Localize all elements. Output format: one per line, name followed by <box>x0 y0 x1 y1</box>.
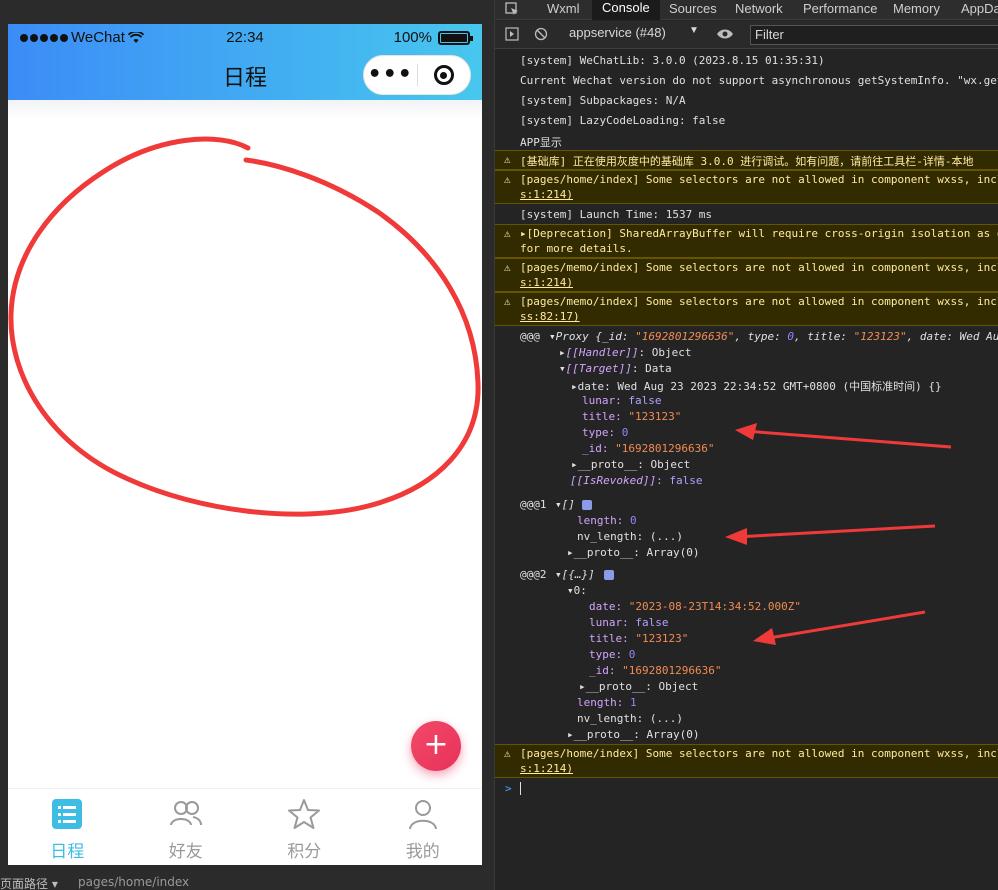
console-warning: ⚠ [pages/memo/index] Some selectors are … <box>495 292 998 326</box>
source-link[interactable]: ss:82:17) <box>520 310 580 323</box>
console-line: Current Wechat version do not support as… <box>520 74 998 87</box>
array-summary[interactable]: ▾[{…}] <box>555 568 595 581</box>
tree-prop: type: 0 <box>589 648 636 661</box>
tree-prop: title: "123123" <box>589 632 689 645</box>
array-summary[interactable]: ▾[] <box>555 498 575 511</box>
console-prompt[interactable]: > <box>495 780 998 798</box>
console-line: [system] LazyCodeLoading: false <box>520 114 726 127</box>
source-link[interactable]: s:1:214) <box>520 762 573 775</box>
source-link[interactable]: s:1:214) <box>520 188 573 201</box>
devtools-tab-bar: Wxml Console Sources Network Performance… <box>495 0 998 20</box>
tab-label: 我的 <box>405 842 440 862</box>
prompt-chevron-icon: > <box>505 782 512 795</box>
log-label: @@@1 <box>520 498 547 511</box>
tree-prop[interactable]: nv_length: (...) <box>577 530 683 543</box>
devtools-panel: Wxml Console Sources Network Performance… <box>494 0 998 890</box>
add-schedule-button[interactable]: + <box>411 721 461 771</box>
tree-prop: date: "2023-08-23T14:34:52.000Z" <box>589 600 801 613</box>
tree-prop: _id: "1692801296636" <box>582 442 715 455</box>
page-path-label[interactable]: 页面路径 ▾ <box>0 875 58 890</box>
warning-icon: ⚠ <box>504 295 511 308</box>
console-warning: ⚠ [基础库] 正在使用灰度中的基础库 3.0.0 进行调试。如有问题，请前往工… <box>495 150 998 170</box>
proxy-summary[interactable]: ▾Proxy {_id: "1692801296636", type: 0, t… <box>549 330 998 343</box>
app-root: WeChat 22:34 100% 日程 ••• + 日程 好友 积分 我的 页… <box>0 0 998 890</box>
console-warning: ⚠ ▸[Deprecation] SharedArrayBuffer will … <box>495 224 998 258</box>
tree-prop: [[IsRevoked]]: false <box>570 474 703 487</box>
console-warning: ⚠ [pages/memo/index] Some selectors are … <box>495 258 998 292</box>
tab-wxml[interactable]: Wxml <box>547 1 580 21</box>
warning-icon: ⚠ <box>504 261 511 274</box>
console-toolbar: appservice (#48) ▼ Filter <box>495 21 998 49</box>
tab-friends[interactable]: 好友 <box>127 789 246 865</box>
log-label: @@@ <box>520 330 540 343</box>
warning-icon: ⚠ <box>504 227 511 240</box>
tree-prop: length: 1 <box>577 696 637 709</box>
tree-node[interactable]: ▸__proto__: Object <box>571 458 690 471</box>
console-line: [system] Launch Time: 1537 ms <box>520 208 713 221</box>
tab-network[interactable]: Network <box>735 1 783 21</box>
warning-icon: ⚠ <box>504 173 511 186</box>
tree-node[interactable]: ▸date: Wed Aug 23 2023 22:34:52 GMT+0800… <box>571 378 942 394</box>
warning-icon: ⚠ <box>504 747 511 760</box>
tree-prop: lunar: false <box>589 616 669 629</box>
sidebar-toggle-icon[interactable] <box>505 27 519 41</box>
tab-schedule[interactable]: 日程 <box>8 789 127 865</box>
page-path-value: pages/home/index <box>78 875 190 889</box>
info-badge-icon <box>604 570 614 580</box>
inspect-element-icon[interactable] <box>505 2 519 16</box>
tree-prop: title: "123123" <box>582 410 682 423</box>
tree-node[interactable]: ▸[[Handler]]: Object <box>559 346 691 359</box>
tab-sources[interactable]: Sources <box>669 1 717 21</box>
tab-appdata[interactable]: AppData <box>961 1 998 21</box>
console-line: [system] WeChatLib: 3.0.0 (2023.8.15 01:… <box>520 54 825 67</box>
tab-label: 好友 <box>168 842 203 862</box>
console-log-proxy: @@@ ▾Proxy {_id: "1692801296636", type: … <box>495 328 998 488</box>
tab-memory[interactable]: Memory <box>893 1 940 21</box>
tree-prop: _id: "1692801296636" <box>589 664 722 677</box>
console-warning: ⚠ [pages/home/index] Some selectors are … <box>495 170 998 204</box>
warning-icon: ⚠ <box>504 153 511 166</box>
tab-label: 日程 <box>50 842 85 862</box>
schedule-list-icon <box>52 799 83 829</box>
tab-performance[interactable]: Performance <box>803 1 877 21</box>
console-line: APP显示 <box>520 136 562 149</box>
profile-icon <box>408 800 437 830</box>
console-output: [system] WeChatLib: 3.0.0 (2023.8.15 01:… <box>495 50 998 890</box>
context-dropdown-arrow-icon[interactable]: ▼ <box>689 25 699 36</box>
text-cursor <box>520 782 521 795</box>
log-label: @@@2 <box>520 568 547 581</box>
tab-points[interactable]: 积分 <box>245 789 364 865</box>
console-line: [system] Subpackages: N/A <box>520 94 686 107</box>
tree-node[interactable]: ▸__proto__: Object <box>579 680 698 693</box>
star-icon <box>288 799 321 829</box>
phone-screen: WeChat 22:34 100% 日程 ••• + 日程 好友 积分 我的 <box>8 24 482 865</box>
context-selector[interactable]: appservice (#48) <box>569 25 666 40</box>
tab-bar: 日程 好友 积分 我的 <box>8 788 482 865</box>
friends-icon <box>169 801 202 826</box>
tab-console[interactable]: Console <box>592 0 660 20</box>
tree-prop: lunar: false <box>582 394 662 407</box>
tree-node[interactable]: ▸__proto__: Array(0) <box>567 728 699 741</box>
console-warning: ⚠ [pages/home/index] Some selectors are … <box>495 744 998 778</box>
console-log-array: @@@2 ▾[{…}] ▾0: date: "2023-08-23T14:34:… <box>495 566 998 744</box>
tree-node[interactable]: ▾[[Target]]: Data <box>559 362 672 375</box>
tab-mine[interactable]: 我的 <box>364 789 483 865</box>
tree-prop: type: 0 <box>582 426 629 439</box>
console-log-array-empty: @@@1 ▾[] length: 0 nv_length: (...) ▸__p… <box>495 496 998 562</box>
tree-node[interactable]: ▸__proto__: Array(0) <box>567 546 699 559</box>
info-badge-icon <box>582 500 592 510</box>
simulator-footer: 页面路径 ▾ pages/home/index <box>0 874 494 890</box>
tree-node[interactable]: ▾0: <box>567 584 587 597</box>
tree-prop[interactable]: nv_length: (...) <box>577 712 683 725</box>
eye-icon[interactable] <box>716 28 734 40</box>
clear-console-icon[interactable] <box>534 27 548 41</box>
tree-prop: length: 0 <box>577 514 637 527</box>
source-link[interactable]: s:1:214) <box>520 276 573 289</box>
console-filter-input[interactable]: Filter <box>750 25 998 45</box>
tab-label: 积分 <box>287 842 322 862</box>
